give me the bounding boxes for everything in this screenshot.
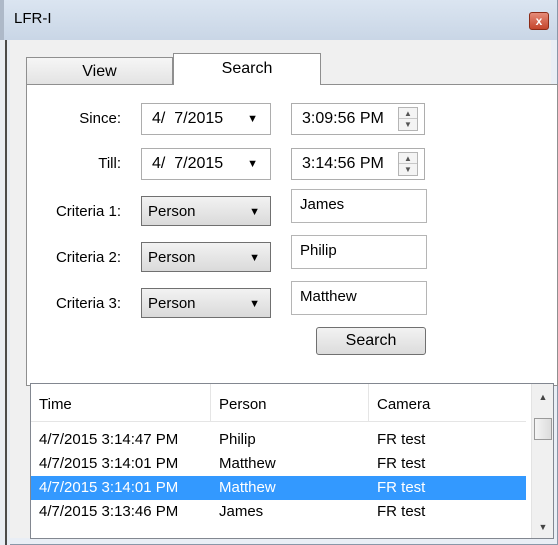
spin-up-icon[interactable]: ▲ <box>399 108 417 119</box>
till-time-picker[interactable]: 3:14:56 PM ▲ ▼ <box>291 148 425 180</box>
row-person: Matthew <box>219 455 276 472</box>
spin-up-icon[interactable]: ▲ <box>399 153 417 164</box>
since-date-value: 4/ 7/2015 <box>152 110 224 127</box>
chevron-down-icon[interactable]: ▼ <box>249 197 260 227</box>
table-row-selected[interactable]: 4/7/2015 3:14:01 PM Matthew FR test <box>31 476 526 500</box>
table-row[interactable]: 4/7/2015 3:13:46 PM James FR test <box>31 500 526 524</box>
till-time-value: 3:14:56 PM <box>302 155 384 172</box>
left-border <box>0 40 10 545</box>
since-date-picker[interactable]: 4/ 7/2015 ▼ <box>141 103 271 135</box>
results-list[interactable]: Time Person Camera 4/7/2015 3:14:47 PM P… <box>30 383 554 539</box>
window-title: LFR-I <box>14 10 52 27</box>
title-bar[interactable]: LFR-I x <box>4 0 557 40</box>
criteria-3-label: Criteria 3: <box>55 295 121 312</box>
since-time-spinner[interactable]: ▲ ▼ <box>398 107 418 131</box>
row-time: 4/7/2015 3:14:01 PM <box>39 479 179 496</box>
scroll-thumb[interactable] <box>534 418 552 440</box>
close-button[interactable]: x <box>529 12 549 30</box>
spin-down-icon[interactable]: ▼ <box>399 164 417 175</box>
row-person: James <box>219 503 264 520</box>
criteria-1-label: Criteria 1: <box>55 203 121 220</box>
chevron-down-icon[interactable]: ▼ <box>249 243 260 273</box>
row-time: 4/7/2015 3:14:01 PM <box>39 455 179 472</box>
since-label: Since: <box>79 110 121 127</box>
criteria-2-type-select[interactable]: Person ▼ <box>141 242 271 272</box>
vertical-scrollbar[interactable]: ▲ ▼ <box>531 384 553 538</box>
criteria-3-type-value: Person <box>148 295 196 312</box>
row-person: Matthew <box>219 479 276 496</box>
till-label: Till: <box>98 155 121 172</box>
row-camera: FR test <box>377 455 426 472</box>
tab-view[interactable]: View <box>26 57 173 84</box>
criteria-2-type-value: Person <box>148 249 196 266</box>
criteria-1-type-select[interactable]: Person ▼ <box>141 196 271 226</box>
row-person: Philip <box>219 431 256 448</box>
criteria-1-value-input[interactable]: James <box>291 189 427 223</box>
since-time-picker[interactable]: 3:09:56 PM ▲ ▼ <box>291 103 425 135</box>
tab-strip: View Search <box>26 53 558 85</box>
close-icon: x <box>535 14 543 28</box>
tab-search[interactable]: Search <box>173 53 321 85</box>
column-header-time[interactable]: Time <box>31 384 211 422</box>
row-camera: FR test <box>377 503 426 520</box>
row-camera: FR test <box>377 479 426 496</box>
criteria-3-value-input[interactable]: Matthew <box>291 281 427 315</box>
till-date-picker[interactable]: 4/ 7/2015 ▼ <box>141 148 271 180</box>
chevron-down-icon[interactable]: ▼ <box>247 104 258 134</box>
criteria-1-type-value: Person <box>148 203 196 220</box>
column-header-person[interactable]: Person <box>211 384 369 422</box>
since-time-value: 3:09:56 PM <box>302 110 384 127</box>
table-row[interactable]: 4/7/2015 3:14:01 PM Matthew FR test <box>31 452 526 476</box>
row-camera: FR test <box>377 431 426 448</box>
till-date-value: 4/ 7/2015 <box>152 155 224 172</box>
criteria-2-label: Criteria 2: <box>55 249 121 266</box>
till-time-spinner[interactable]: ▲ ▼ <box>398 152 418 176</box>
criteria-3-type-select[interactable]: Person ▼ <box>141 288 271 318</box>
row-time: 4/7/2015 3:13:46 PM <box>39 503 179 520</box>
table-row[interactable]: 4/7/2015 3:14:47 PM Philip FR test <box>31 428 526 452</box>
spin-down-icon[interactable]: ▼ <box>399 119 417 130</box>
scroll-down-icon[interactable]: ▼ <box>532 522 553 532</box>
criteria-2-value-input[interactable]: Philip <box>291 235 427 269</box>
results-header: Time Person Camera <box>31 384 526 422</box>
search-button[interactable]: Search <box>316 327 426 355</box>
search-panel: Since: 4/ 7/2015 ▼ 3:09:56 PM ▲ ▼ Till: … <box>26 84 558 386</box>
chevron-down-icon[interactable]: ▼ <box>249 289 260 319</box>
scroll-up-icon[interactable]: ▲ <box>532 392 553 402</box>
row-time: 4/7/2015 3:14:47 PM <box>39 431 179 448</box>
chevron-down-icon[interactable]: ▼ <box>247 149 258 179</box>
column-header-camera[interactable]: Camera <box>369 384 526 422</box>
